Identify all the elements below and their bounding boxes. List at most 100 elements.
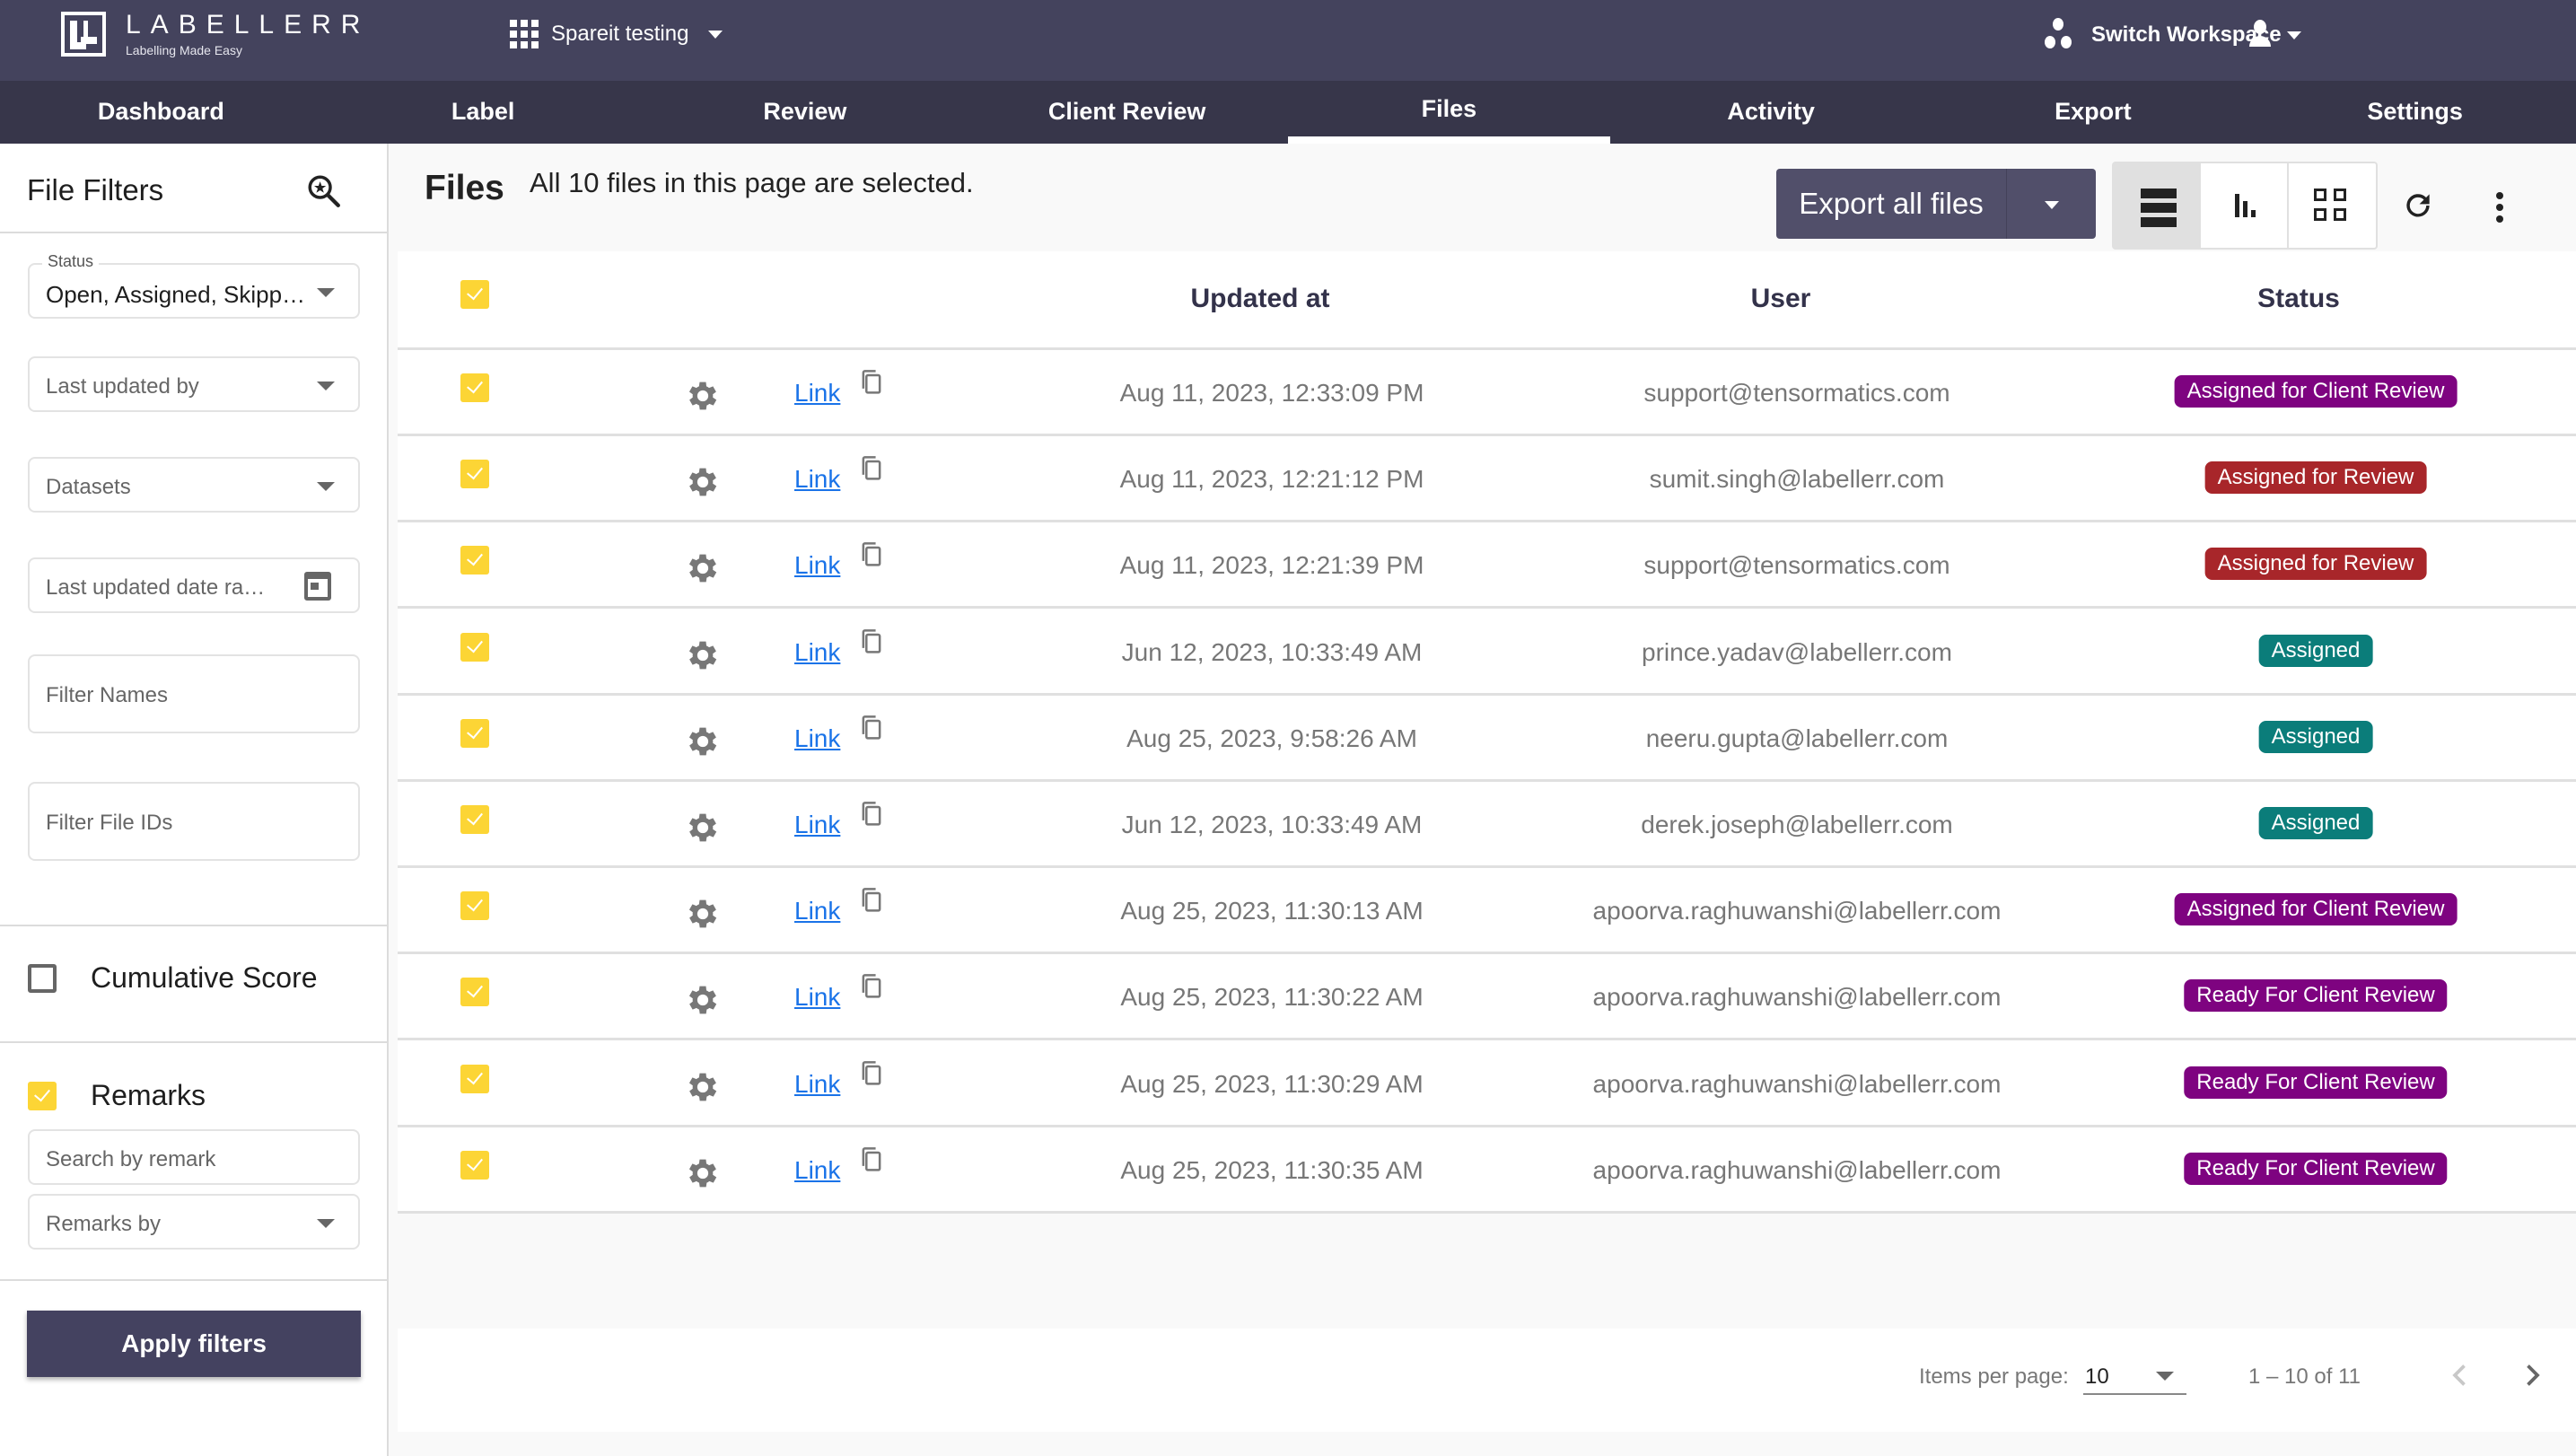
tab-client-review[interactable]: Client Review xyxy=(966,81,1288,144)
gear-icon[interactable] xyxy=(684,636,722,674)
table-row[interactable]: Link Aug 11, 2023, 12:33:09 PM support@ten… xyxy=(398,350,2576,436)
apply-filters-button[interactable]: Apply filters xyxy=(27,1311,361,1377)
tab-files[interactable]: Files xyxy=(1288,81,1610,144)
more-options-icon[interactable] xyxy=(2496,192,2505,223)
table-row[interactable]: Link Aug 25, 2023, 9:58:26 AM neeru.gupta@… xyxy=(398,696,2576,782)
grid-view-button[interactable] xyxy=(2289,163,2376,248)
labellerr-logo[interactable]: LABELLERR Labelling Made Easy xyxy=(61,11,370,57)
project-selector[interactable]: Spareit testing xyxy=(510,20,723,48)
copy-icon[interactable] xyxy=(859,454,884,483)
refresh-icon[interactable] xyxy=(2401,189,2435,223)
copy-icon[interactable] xyxy=(859,886,884,915)
row-checkbox[interactable] xyxy=(460,632,489,662)
copy-icon[interactable] xyxy=(859,714,884,742)
chart-view-button[interactable] xyxy=(2201,163,2289,248)
status-badge: Assigned xyxy=(2258,807,2373,839)
next-page-button[interactable] xyxy=(2516,1355,2548,1395)
remarks-toggle[interactable]: Remarks xyxy=(28,1079,206,1112)
status-select[interactable]: Status Open, Assigned, Skipp… xyxy=(28,252,360,319)
chevron-down-icon xyxy=(708,30,723,39)
previous-page-button[interactable] xyxy=(2444,1355,2476,1395)
last-updated-by-select[interactable]: Last updated by xyxy=(28,356,360,412)
project-name: Spareit testing xyxy=(551,22,689,46)
user-cell: neeru.gupta@labellerr.com xyxy=(1645,724,1949,752)
tab-export[interactable]: Export xyxy=(1932,81,2255,144)
filter-file-ids-input[interactable]: Filter File IDs xyxy=(28,782,360,861)
copy-icon[interactable] xyxy=(859,800,884,829)
file-link[interactable]: Link xyxy=(794,379,840,408)
gear-icon[interactable] xyxy=(684,809,722,846)
gear-icon[interactable] xyxy=(684,895,722,933)
gear-icon[interactable] xyxy=(684,377,722,415)
file-link[interactable]: Link xyxy=(794,724,840,753)
saved-search-icon[interactable] xyxy=(305,172,343,210)
gear-icon[interactable] xyxy=(684,1068,722,1106)
table-row[interactable]: Link Aug 25, 2023, 11:30:22 AM apoorva.rag… xyxy=(398,954,2576,1041)
gear-icon[interactable] xyxy=(684,723,722,760)
select-all-checkbox[interactable] xyxy=(460,280,489,309)
row-checkbox[interactable] xyxy=(460,1150,489,1180)
row-checkbox[interactable] xyxy=(460,978,489,1007)
row-checkbox[interactable] xyxy=(460,373,489,402)
user-cell: sumit.singh@labellerr.com xyxy=(1649,465,1945,494)
dropdown-arrow-icon xyxy=(317,382,335,390)
tab-label[interactable]: Label xyxy=(322,81,644,144)
top-bar: LABELLERR Labelling Made Easy Spareit te… xyxy=(0,0,2576,81)
remarks-checkbox[interactable] xyxy=(28,1081,57,1110)
row-checkbox[interactable] xyxy=(460,805,489,834)
copy-icon[interactable] xyxy=(859,972,884,1001)
table-row[interactable]: Link Jun 12, 2023, 10:33:49 AM derek.josep… xyxy=(398,782,2576,868)
filter-names-input[interactable]: Filter Names xyxy=(28,654,360,733)
gear-icon[interactable] xyxy=(684,981,722,1019)
column-header-status: Status xyxy=(2257,284,2340,313)
export-options-toggle[interactable] xyxy=(2006,169,2096,239)
file-link[interactable]: Link xyxy=(794,1156,840,1185)
table-row[interactable]: Link Aug 11, 2023, 12:21:12 PM sumit.singh… xyxy=(398,436,2576,523)
user-menu[interactable] xyxy=(2249,20,2301,50)
file-link[interactable]: Link xyxy=(794,638,840,667)
file-link[interactable]: Link xyxy=(794,465,840,494)
cumulative-score-toggle[interactable]: Cumulative Score xyxy=(28,961,318,995)
search-remark-input[interactable]: Search by remark xyxy=(28,1129,360,1185)
tab-dashboard[interactable]: Dashboard xyxy=(0,81,322,144)
file-link[interactable]: Link xyxy=(794,811,840,839)
row-checkbox[interactable] xyxy=(460,718,489,748)
tab-review[interactable]: Review xyxy=(644,81,967,144)
tab-activity[interactable]: Activity xyxy=(1610,81,1932,144)
table-row[interactable]: Link Aug 11, 2023, 12:21:39 PM support@ten… xyxy=(398,522,2576,610)
file-link[interactable]: Link xyxy=(794,551,840,580)
tab-settings[interactable]: Settings xyxy=(2254,81,2576,144)
copy-icon[interactable] xyxy=(859,540,884,569)
export-all-files-button[interactable]: Export all files xyxy=(1776,169,2006,239)
updated-at-cell: Jun 12, 2023, 10:33:49 AM xyxy=(1121,811,1423,838)
row-checkbox[interactable] xyxy=(460,891,489,921)
table-row[interactable]: Link Aug 25, 2023, 11:30:13 AM apoorva.rag… xyxy=(398,868,2576,955)
cumulative-score-checkbox[interactable] xyxy=(28,963,57,993)
calendar-icon[interactable] xyxy=(304,572,331,601)
table-row[interactable]: Link Jun 12, 2023, 10:33:49 AM prince.yada… xyxy=(398,610,2576,696)
copy-icon[interactable] xyxy=(859,627,884,656)
gear-icon[interactable] xyxy=(684,1154,722,1192)
copy-icon[interactable] xyxy=(859,1059,884,1088)
row-checkbox[interactable] xyxy=(460,1064,489,1093)
gear-icon[interactable] xyxy=(684,463,722,501)
date-range-placeholder: Last updated date ra… xyxy=(46,575,266,600)
file-link[interactable]: Link xyxy=(794,1070,840,1099)
list-view-button[interactable] xyxy=(2114,163,2202,248)
switch-workspace-button[interactable]: Switch Workspace xyxy=(2045,18,2282,52)
pagination: Items per page: 10 1 – 10 of 11 xyxy=(398,1329,2576,1432)
status-badge: Assigned for Client Review xyxy=(2174,375,2458,408)
table-row[interactable]: Link Aug 25, 2023, 11:30:35 AM apoorva.rag… xyxy=(398,1127,2576,1214)
row-checkbox[interactable] xyxy=(460,546,489,575)
file-link[interactable]: Link xyxy=(794,897,840,925)
datasets-select[interactable]: Datasets xyxy=(28,457,360,513)
copy-icon[interactable] xyxy=(859,368,884,397)
items-per-page-select[interactable]: 10 xyxy=(2083,1355,2186,1395)
date-range-input[interactable]: Last updated date ra… xyxy=(28,557,360,613)
row-checkbox[interactable] xyxy=(460,460,489,489)
copy-icon[interactable] xyxy=(859,1145,884,1174)
file-link[interactable]: Link xyxy=(794,983,840,1012)
gear-icon[interactable] xyxy=(684,549,722,587)
table-row[interactable]: Link Aug 25, 2023, 11:30:29 AM apoorva.rag… xyxy=(398,1041,2576,1127)
remarks-by-select[interactable]: Remarks by xyxy=(28,1194,360,1250)
